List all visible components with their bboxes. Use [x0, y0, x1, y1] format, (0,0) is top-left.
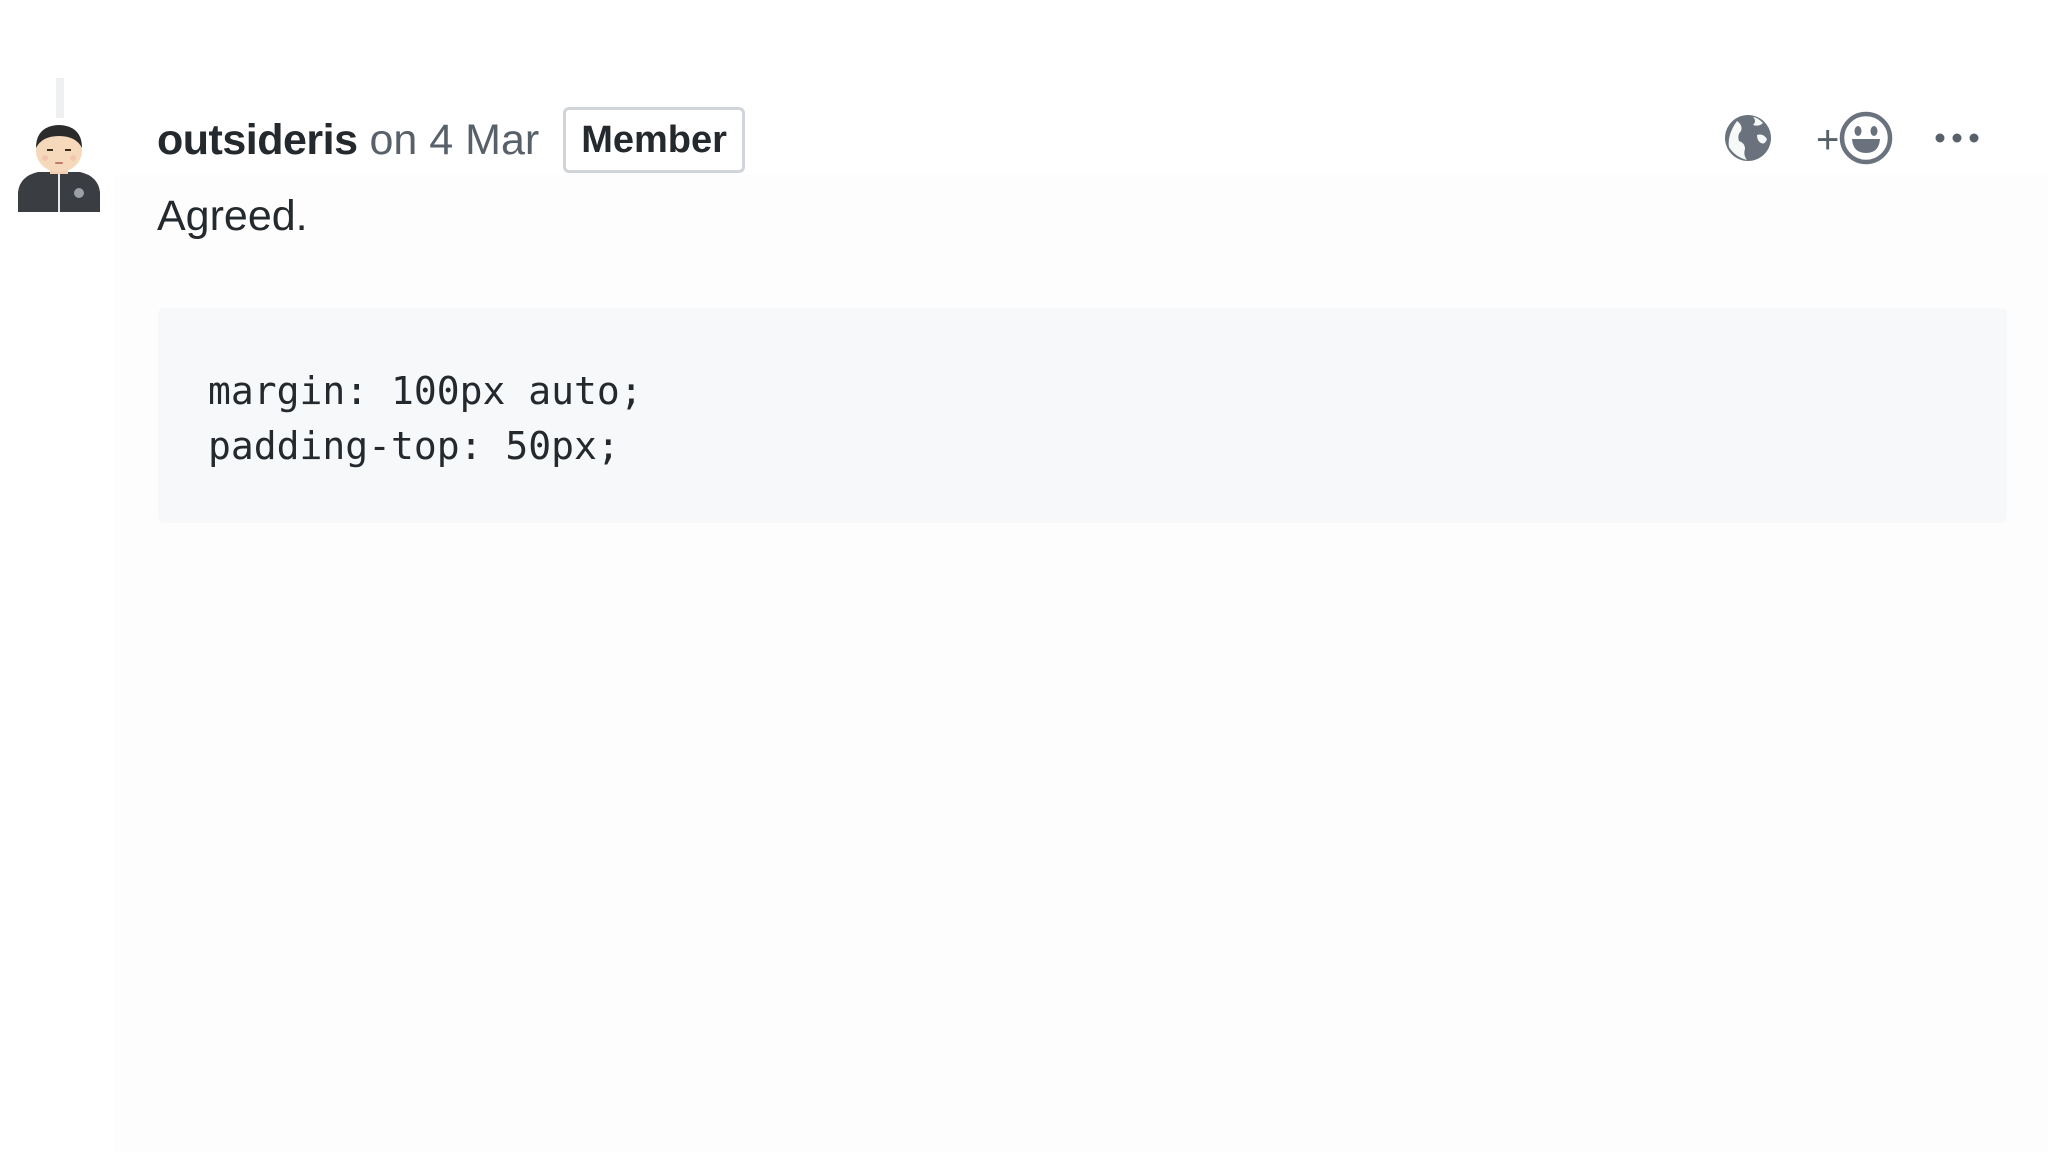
smiley-icon: [1839, 111, 1893, 170]
comment-body: Agreed.: [157, 192, 308, 240]
more-options-button[interactable]: [1931, 120, 1983, 160]
code-block: margin: 100px auto; padding-top: 50px;: [158, 308, 2007, 523]
code-line: margin: 100px auto;: [208, 369, 643, 413]
timeline-connector: [56, 78, 64, 118]
comment-actions: +: [1720, 108, 1983, 172]
ellipsis-icon: [1934, 131, 1980, 150]
globe-icon: [1723, 113, 1773, 168]
code-line: padding-top: 50px;: [208, 424, 620, 468]
add-reaction-button[interactable]: +: [1816, 110, 1893, 170]
member-badge: Member: [563, 107, 745, 173]
comment-timestamp[interactable]: on 4 Mar: [370, 116, 540, 165]
avatar[interactable]: [16, 118, 102, 212]
globe-button[interactable]: [1720, 112, 1776, 168]
comment-header: outsideris on 4 Mar Member: [157, 105, 745, 175]
author-link[interactable]: outsideris: [157, 116, 358, 165]
plus-icon: +: [1816, 118, 1840, 162]
